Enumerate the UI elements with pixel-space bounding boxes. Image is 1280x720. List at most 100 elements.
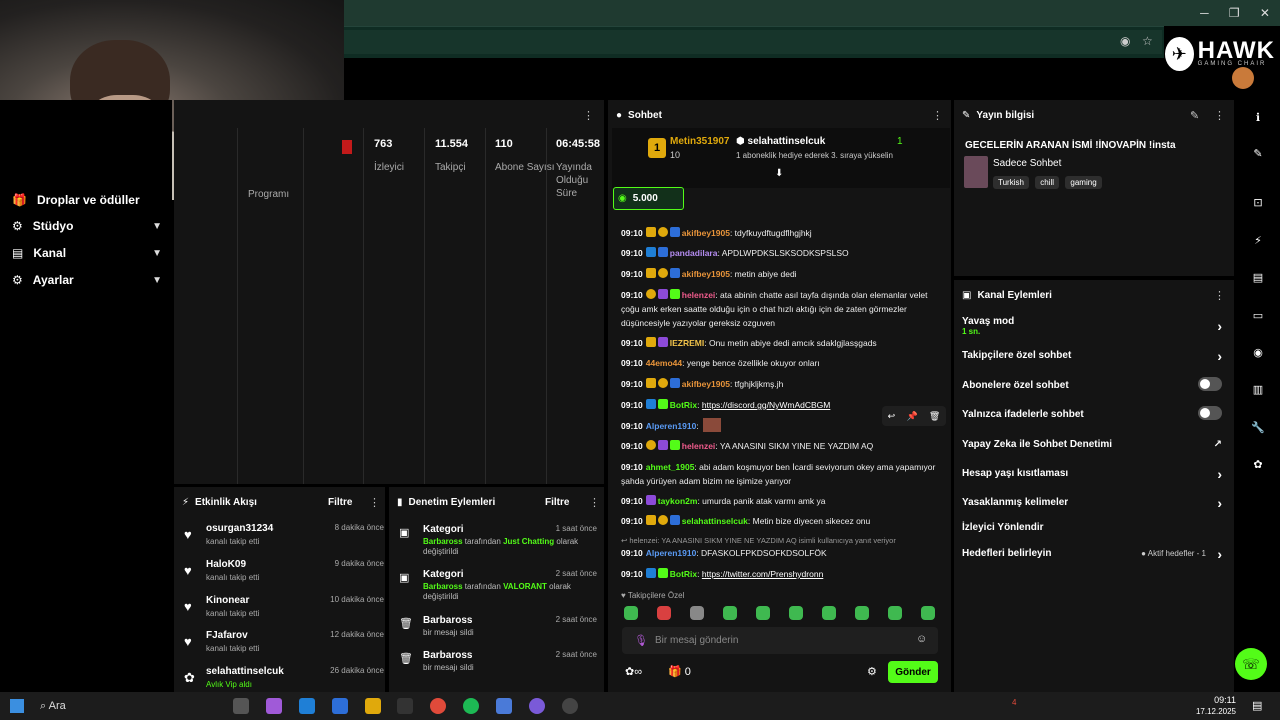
toggle-switch[interactable] — [1198, 377, 1222, 391]
activity-sub: Avlık Vip aldı — [206, 680, 252, 689]
chat-username[interactable]: BotRix — [670, 400, 697, 410]
chat-link[interactable]: https://discord.gg/NyWmAdCBGM — [702, 400, 830, 410]
chat-username[interactable]: pandadilara — [670, 248, 718, 258]
chat-input[interactable]: 🎙 Bir mesaj gönderin ☺ — [622, 627, 938, 654]
ai-moderation-row[interactable]: Yapay Zeka ile Sohbet Denetimi ↗ — [962, 439, 1224, 450]
emote[interactable] — [921, 606, 935, 620]
file-icon[interactable]: ▤ — [1250, 271, 1266, 287]
nav-item-channel[interactable]: ▤ Kanal ▼ — [12, 246, 162, 260]
star-icon[interactable]: ☆ — [1142, 34, 1153, 48]
folder-icon[interactable] — [365, 698, 381, 714]
taskbar-search[interactable]: ⌕ Ara — [40, 700, 66, 713]
chat-username[interactable]: Alperen1910 — [646, 548, 697, 558]
chat-settings-icon[interactable]: ⚙ — [867, 665, 877, 678]
notification-icon[interactable]: ▤ — [1252, 699, 1262, 712]
chat-icon[interactable]: ▭ — [1250, 309, 1266, 325]
restore-button[interactable]: ❐ — [1229, 6, 1240, 20]
banned-words-row[interactable]: Yasaklanmış kelimeler › — [962, 495, 1224, 511]
eye-off-icon[interactable]: ◉ — [1120, 34, 1130, 48]
pencil-icon[interactable]: ✎ — [1250, 147, 1266, 163]
task-view-icon[interactable] — [233, 698, 249, 714]
window-controls: ─ ❐ ✕ — [1190, 0, 1280, 26]
chat-username[interactable]: ahmet_1905 — [646, 462, 695, 472]
edit-icon[interactable]: ✎ — [1190, 109, 1199, 122]
chat-username[interactable]: BotRix — [670, 569, 697, 579]
goals-row[interactable]: Hedefleri belirleyin ● Aktif hedefler - … — [962, 546, 1224, 562]
account-age-row[interactable]: Hesap yaşı kısıtlaması › — [962, 466, 1224, 482]
emoji-icon[interactable]: ☺ — [916, 633, 927, 645]
discord-icon[interactable] — [529, 698, 545, 714]
slow-mode-row[interactable]: Yavaş mod 1 sn. › — [962, 316, 1224, 336]
avatar[interactable] — [1232, 67, 1254, 89]
more-options-icon[interactable]: ⋮ — [589, 496, 600, 509]
nav-item-settings[interactable]: ⚙ Ayarlar ▼ — [12, 273, 162, 287]
close-button[interactable]: ✕ — [1260, 6, 1270, 20]
reply-icon[interactable]: ↩ — [888, 411, 896, 422]
layout-icon[interactable]: ▥ — [1250, 383, 1266, 399]
chat-text: : yenge bence özellikle okuyor onları — [682, 358, 820, 368]
app-icon[interactable] — [496, 698, 512, 714]
raid-row[interactable]: İzleyici Yönlendir — [962, 522, 1224, 533]
broadcast-icon[interactable]: ◉ — [1250, 346, 1266, 362]
more-options-icon[interactable]: ⋮ — [1214, 109, 1225, 122]
nav-item-drops[interactable]: 🎁 Droplar ve ödüller — [12, 193, 162, 207]
expand-icon[interactable]: ⬇ — [775, 168, 783, 179]
bolt-icon[interactable]: ⚡ — [1250, 234, 1266, 250]
moderation-filter-button[interactable]: Filtre — [545, 497, 569, 508]
activity-filter-button[interactable]: Filtre — [328, 497, 352, 508]
followers-only-row[interactable]: Takipçilere özel sohbet › — [962, 348, 1224, 364]
chat-username[interactable]: 44emo44 — [646, 358, 682, 368]
chat-username[interactable]: akifbey1905 — [682, 269, 730, 279]
tag[interactable]: gaming — [1065, 176, 1102, 189]
support-button[interactable]: ☏ — [1235, 648, 1267, 680]
tag[interactable]: chill — [1035, 176, 1060, 189]
mail-icon[interactable] — [332, 698, 348, 714]
copilot-icon[interactable] — [266, 698, 282, 714]
tag[interactable]: Turkish — [993, 176, 1029, 189]
emote[interactable] — [789, 606, 803, 620]
target-icon[interactable]: ⊡ — [1250, 196, 1266, 212]
emote[interactable] — [855, 606, 869, 620]
more-options-icon[interactable]: ⋮ — [583, 109, 594, 122]
emote[interactable] — [624, 606, 638, 620]
send-button[interactable]: Gönder — [888, 661, 938, 683]
chat-username[interactable]: IEZREMI — [670, 338, 704, 348]
chat-username[interactable]: helenzei — [682, 441, 716, 451]
toggle-switch[interactable] — [1198, 406, 1222, 420]
emote[interactable] — [657, 606, 671, 620]
chat-username[interactable]: taykon2m — [658, 496, 698, 506]
minimize-button[interactable]: ─ — [1200, 6, 1209, 20]
chat-username[interactable]: selahattinselcuk — [682, 516, 748, 526]
windows-start-icon[interactable] — [10, 699, 24, 713]
more-options-icon[interactable]: ⋮ — [369, 496, 380, 509]
app-icon[interactable] — [562, 698, 578, 714]
app-icon[interactable] — [397, 698, 413, 714]
chat-username[interactable]: akifbey1905 — [682, 379, 730, 389]
chat-username[interactable]: helenzei — [682, 290, 716, 300]
emote[interactable] — [690, 606, 704, 620]
points-badge[interactable]: ◉ 5.000 — [613, 187, 684, 210]
more-options-icon[interactable]: ⋮ — [932, 109, 943, 122]
microphone-icon[interactable]: 🎙 — [634, 634, 648, 647]
pin-icon[interactable]: 📌 — [906, 411, 917, 422]
chat-message: 09:10 akifbey1905: tfghjkljkmş.jh — [621, 377, 941, 391]
chat-link[interactable]: https://twitter.com/Prenshydronn — [702, 569, 823, 579]
chrome-icon[interactable] — [430, 698, 446, 714]
address-bar[interactable] — [344, 30, 1162, 54]
emote[interactable] — [888, 606, 902, 620]
spotify-icon[interactable] — [463, 698, 479, 714]
emote[interactable] — [756, 606, 770, 620]
hawk-logo-icon: ✈ — [1165, 37, 1194, 71]
trash-icon[interactable]: 🗑 — [929, 411, 940, 422]
edge-icon[interactable] — [299, 698, 315, 714]
nav-item-studio[interactable]: ⚙ Stüdyo ▼ — [12, 219, 162, 233]
info-icon[interactable]: ℹ — [1250, 111, 1266, 127]
chat-username[interactable]: akifbey1905 — [682, 228, 730, 238]
emote[interactable] — [723, 606, 737, 620]
chat-username[interactable]: Alperen1910 — [646, 421, 697, 431]
more-options-icon[interactable]: ⋮ — [1214, 289, 1225, 302]
emote[interactable] — [822, 606, 836, 620]
more-icon[interactable]: ✿ — [1250, 458, 1266, 474]
wrench-icon[interactable]: 🔧 — [1250, 421, 1266, 437]
chat-text: : tdyfkuydftugdflhgjhkj — [729, 228, 812, 238]
